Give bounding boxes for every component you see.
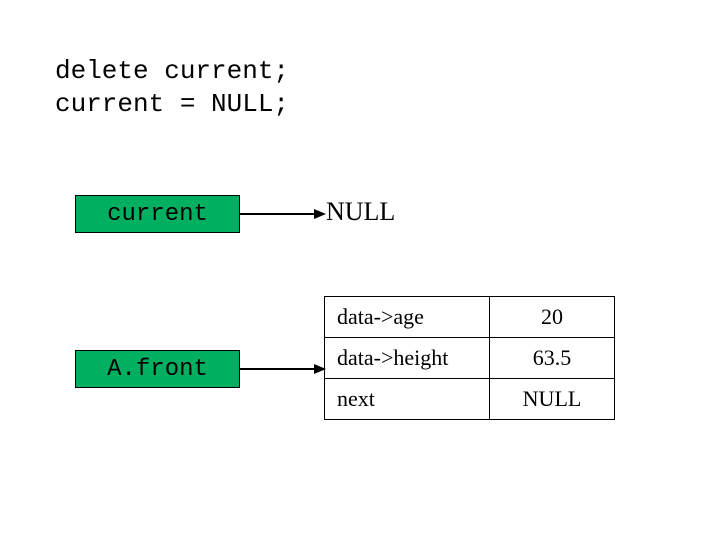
pointer-box-afront: A.front <box>75 350 240 388</box>
code-block: delete current; current = NULL; <box>55 55 289 120</box>
code-line-1: delete current; <box>55 55 289 88</box>
code-line-2: current = NULL; <box>55 88 289 121</box>
node-field-value: 20 <box>490 297 615 338</box>
pointer-box-afront-label: A.front <box>107 356 208 383</box>
pointer-box-current: current <box>75 195 240 233</box>
table-row: next NULL <box>325 379 615 420</box>
null-text: NULL <box>326 197 395 227</box>
node-field-label: next <box>325 379 490 420</box>
table-row: data->age 20 <box>325 297 615 338</box>
table-row: data->height 63.5 <box>325 338 615 379</box>
node-table: data->age 20 data->height 63.5 next NULL <box>324 296 615 420</box>
arrow-afront-to-node <box>240 360 326 380</box>
node-field-value: 63.5 <box>490 338 615 379</box>
pointer-box-current-label: current <box>107 201 208 228</box>
node-field-value: NULL <box>490 379 615 420</box>
arrow-current-to-null <box>240 205 326 225</box>
node-field-label: data->height <box>325 338 490 379</box>
node-field-label: data->age <box>325 297 490 338</box>
